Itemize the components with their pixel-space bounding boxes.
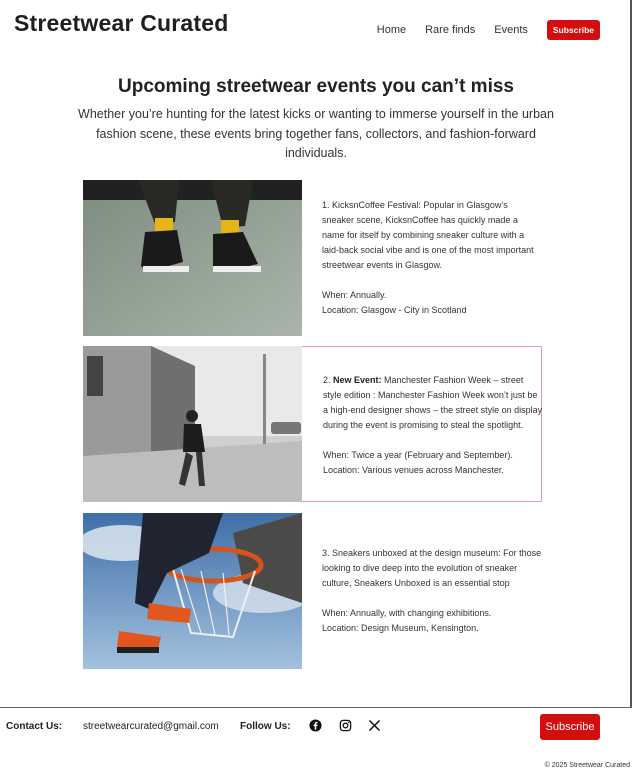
- footer-divider: [0, 707, 632, 708]
- event-text: 3. Sneakers unboxed at the design museum…: [322, 513, 542, 669]
- main-nav: Home Rare finds Events Subscribe: [358, 20, 600, 40]
- x-icon[interactable]: [368, 719, 382, 733]
- event-description: 3. Sneakers unboxed at the design museum…: [322, 548, 542, 588]
- page-title: Upcoming streetwear events you can’t mis…: [118, 76, 514, 97]
- copyright-text: © 2025 Streetwear Curated: [544, 762, 630, 769]
- event-location: Location: Various venues across Manchest…: [323, 464, 504, 475]
- follow-label: Follow Us:: [240, 721, 291, 732]
- contact-email-link[interactable]: streetwearcurated@gmail.com: [83, 721, 219, 732]
- sneakers-on-wall-photo: [83, 180, 302, 336]
- facebook-icon[interactable]: [309, 719, 323, 733]
- event-card: 3. Sneakers unboxed at the design museum…: [83, 513, 542, 669]
- event-text: 2. New Event: Manchester Fashion Week – …: [323, 347, 543, 503]
- event-when: When: Annually, with changing exhibition…: [322, 608, 492, 618]
- instagram-icon[interactable]: [339, 719, 353, 733]
- nav-home[interactable]: Home: [377, 24, 406, 36]
- event-when: When: Annually.: [322, 290, 387, 300]
- event-location: Location: Design Museum, Kensington.: [322, 623, 479, 633]
- event-description: 2. New Event: Manchester Fashion Week – …: [323, 374, 543, 430]
- site-title[interactable]: Streetwear Curated: [14, 10, 229, 37]
- contact-label: Contact Us:: [6, 721, 63, 732]
- event-when: When: Twice a year (February and Septemb…: [323, 449, 513, 460]
- event-card-highlighted: 2. New Event: Manchester Fashion Week – …: [83, 346, 542, 502]
- event-text: 1. KicksnCoffee Festival: Popular in Gla…: [322, 180, 542, 336]
- basketball-hoop-photo: [83, 513, 302, 669]
- nav-rare-finds[interactable]: Rare finds: [425, 24, 475, 36]
- event-location: Location: Glasgow - City in Scotland: [322, 305, 467, 315]
- intro-text: Whether you’re hunting for the latest ki…: [78, 107, 554, 160]
- event-description: 1. KicksnCoffee Festival: Popular in Gla…: [322, 200, 534, 270]
- event-card: 1. KicksnCoffee Festival: Popular in Gla…: [83, 180, 542, 336]
- nav-events[interactable]: Events: [494, 24, 528, 36]
- subscribe-button-footer[interactable]: Subscribe: [540, 714, 600, 740]
- street-style-photo: [83, 346, 302, 502]
- new-event-label: New Event:: [333, 374, 382, 385]
- subscribe-button-header[interactable]: Subscribe: [546, 20, 600, 40]
